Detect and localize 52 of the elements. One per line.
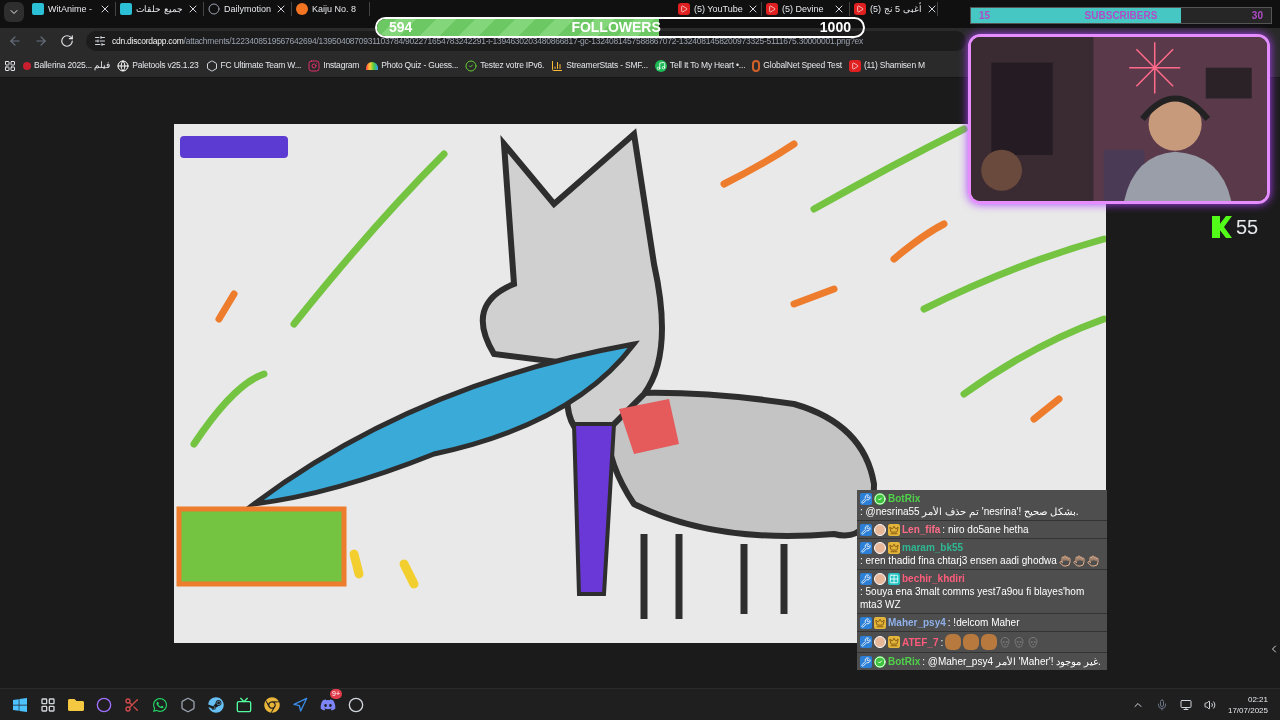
url-text: cdn.discordapp.com/attachments/1223408519567642694/1395040870931103784/902271654783242291-i-1394630203480866817-gc-1324081457588867072-1324081458200973325-5111675.30000001.png?ex: [112, 34, 863, 48]
chat-username: BotRix: [888, 655, 921, 668]
browser-tab[interactable]: (5) أغبى 5 نج: [850, 2, 938, 16]
bookmark-item[interactable]: Tell It To My Heart •...: [654, 59, 746, 72]
browser-tab[interactable]: (5) YouTube: [674, 2, 762, 16]
browser-tab[interactable]: جميع حلقات: [116, 2, 204, 16]
tab-title: Dailymotion: [224, 3, 272, 15]
bookmark-item[interactable]: StreamerStats - SMF...: [551, 59, 648, 72]
bookmark-label: Photo Quiz - Guess...: [381, 59, 459, 72]
browser-tab[interactable]: (5) Devine: [762, 2, 850, 16]
tab-title: جميع حلقات: [136, 3, 183, 15]
clock-time: 02:21: [1247, 693, 1268, 705]
clock[interactable]: 02:21 17/07/2025: [1227, 693, 1268, 716]
chat-message: : 5ouya ena 3malt comms yest7a9ou fi blayes'hom mta3 WZ: [860, 585, 1086, 611]
chat-message: : !delcom Maher: [947, 616, 1020, 629]
bookmark-label: Testez votre IPv6.: [480, 59, 545, 72]
chat-username: BotRix: [888, 492, 921, 505]
chat-message: : eren thadid fina chtarj3 ensen aadi ghodwa: [860, 554, 1057, 567]
bookmark-label: (11) Shamisen M: [863, 59, 925, 72]
bookmark-item[interactable]: FC Ultimate Team W...: [205, 59, 302, 72]
bookmark-item[interactable]: Photo Quiz - Guess...: [366, 59, 459, 72]
browser-tab[interactable]: Dailymotion: [204, 2, 292, 16]
bookmark-item[interactable]: Paletools v25.1.23: [117, 59, 199, 72]
bookmark-label: Paletools v25.1.23: [132, 59, 199, 72]
bookmark-item[interactable]: Instagram: [308, 59, 360, 72]
tab-title: (5) YouTube: [694, 3, 743, 15]
tab-title: WitAnime -: [48, 3, 93, 15]
chat-username: bechir_khdiri: [902, 572, 965, 585]
chat-username: ATEF_7: [902, 635, 939, 649]
tab-title: (5) Devine: [782, 3, 825, 15]
clock-date: 17/07/2025: [1227, 704, 1268, 716]
browser-tab[interactable]: Kaiju No. 8: [292, 2, 370, 16]
bookmark-item[interactable]: (11) Shamisen M: [848, 59, 925, 72]
bookmark-label: FC Ultimate Team W...: [220, 59, 302, 72]
subscribers-goal: 30: [1251, 9, 1263, 23]
browser-tab[interactable]: WitAnime -: [28, 2, 116, 16]
chat-username: maram_bk55: [902, 541, 964, 554]
bookmark-label: Tell It To My Heart •...: [669, 59, 746, 72]
chat-username: Maher_psy4: [888, 616, 946, 629]
chat-message: : niro do5ane hetha: [942, 523, 1029, 536]
chat-message: : @Maher_psy4 الأمر 'Maher'! غير موجود.: [922, 655, 1101, 668]
kick-viewer-count: 55: [1236, 215, 1259, 240]
subscribers-count: 15: [979, 9, 991, 23]
bookmark-item[interactable]: Testez votre IPv6.: [465, 59, 545, 72]
subscribers-label: SUBSCRIBERS: [1084, 9, 1158, 23]
chat-username: Len_fifa: [902, 523, 941, 536]
chat-message: : @nesrina55 تم حذف الأمر 'nesrina'! بشكل صحيح.: [860, 505, 1079, 518]
tab-title: Kaiju No. 8: [312, 3, 358, 15]
chat-message: :: [940, 635, 944, 649]
tab-title: (5) أغبى 5 نج: [870, 3, 922, 15]
bookmark-label: Instagram: [323, 59, 360, 72]
bookmark-label: StreamerStats - SMF...: [566, 59, 648, 72]
